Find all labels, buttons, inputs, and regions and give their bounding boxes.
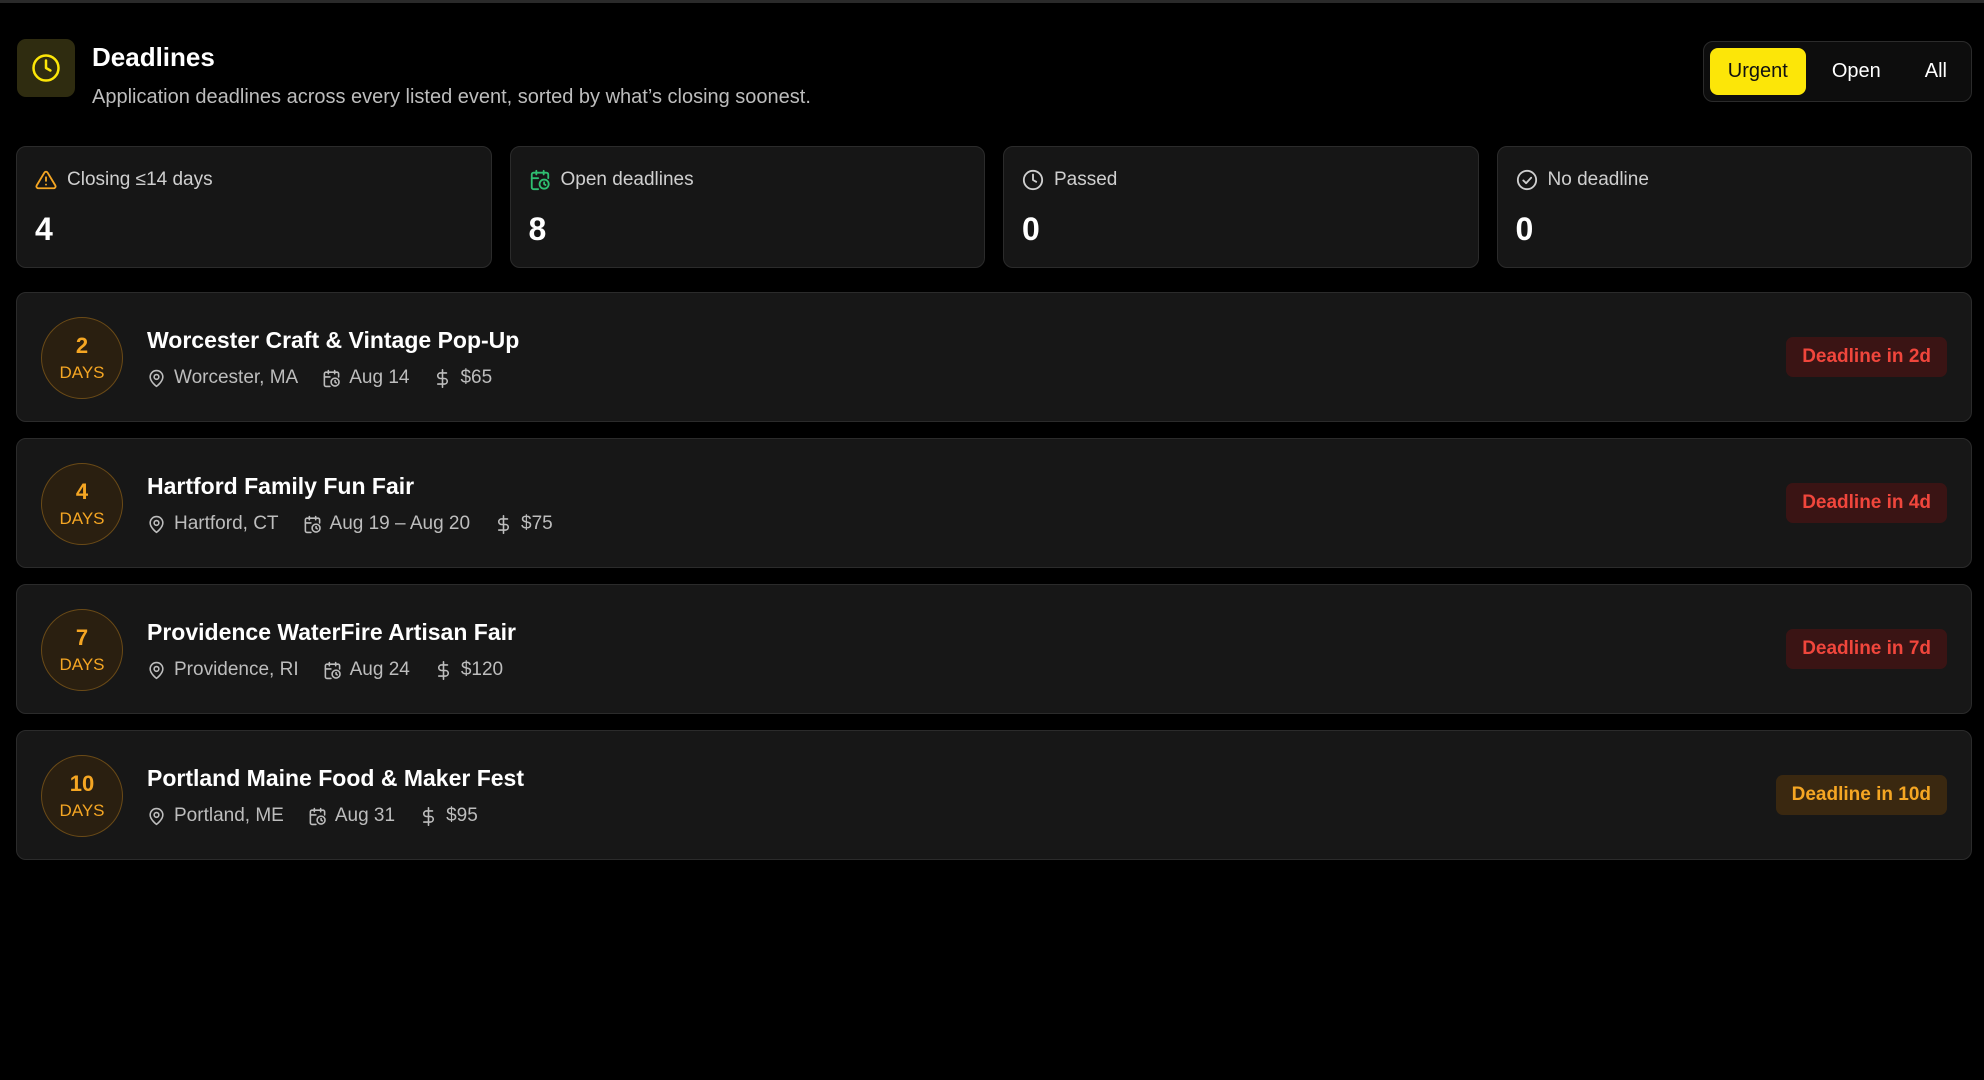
stat-value: 0 xyxy=(1022,211,1040,247)
days-unit: DAYS xyxy=(59,801,105,820)
calendar-clock-icon xyxy=(303,515,322,534)
stat-label: Passed xyxy=(1054,169,1118,190)
calendar-clock-icon xyxy=(308,807,327,826)
days-remaining-badge: 2 DAYS xyxy=(41,317,123,399)
event-meta: Worcester, MA Aug 14 $65 xyxy=(147,367,492,389)
calendar-clock-icon xyxy=(529,169,551,191)
days-unit: DAYS xyxy=(59,363,105,382)
stat-card-no-deadline: No deadline 0 xyxy=(1496,146,1972,268)
dollar-icon xyxy=(419,806,438,826)
event-dates: Aug 14 xyxy=(349,367,410,388)
event-fee: $75 xyxy=(521,513,553,534)
stat-card-closing: Closing ≤14 days 4 xyxy=(16,146,492,268)
warning-icon xyxy=(35,169,57,191)
page-title: Deadlines xyxy=(92,42,215,72)
dollar-icon xyxy=(433,368,452,388)
dollar-icon xyxy=(494,514,513,534)
stat-card-passed: Passed 0 xyxy=(1003,146,1479,268)
days-number: 4 xyxy=(75,479,89,504)
deadline-badge: Deadline in 10d xyxy=(1775,775,1947,815)
map-pin-icon xyxy=(147,661,166,680)
event-fee: $95 xyxy=(446,805,478,826)
event-dates: Aug 24 xyxy=(349,659,410,680)
deadline-badge: Deadline in 4d xyxy=(1786,483,1947,523)
clock-icon xyxy=(1022,169,1044,191)
page-header: Deadlines Application deadlines across e… xyxy=(16,38,1972,110)
event-fee: $120 xyxy=(460,659,504,680)
stat-card-open: Open deadlines 8 xyxy=(509,146,985,268)
filter-all-button[interactable]: All xyxy=(1907,48,1965,95)
stat-label: Closing ≤14 days xyxy=(67,169,213,190)
event-meta: Providence, RI Aug 24 $120 xyxy=(147,659,503,681)
dollar-icon xyxy=(434,660,453,680)
map-pin-icon xyxy=(147,515,166,534)
days-unit: DAYS xyxy=(59,509,105,528)
event-meta: Hartford, CT Aug 19 – Aug 20 $75 xyxy=(147,513,553,535)
calendar-clock-icon xyxy=(322,369,341,388)
filter-open-button[interactable]: Open xyxy=(1814,48,1899,95)
days-remaining-badge: 4 DAYS xyxy=(41,463,123,545)
stat-value: 8 xyxy=(528,211,547,247)
clock-icon xyxy=(17,39,75,97)
deadline-badge: Deadline in 2d xyxy=(1786,337,1947,377)
filter-urgent-button[interactable]: Urgent xyxy=(1709,48,1806,95)
map-pin-icon xyxy=(147,807,166,826)
event-row[interactable]: 7 DAYS Providence WaterFire Artisan Fair… xyxy=(16,584,1972,714)
event-fee: $65 xyxy=(460,367,493,388)
event-title[interactable]: Hartford Family Fun Fair xyxy=(147,473,414,500)
days-number: 7 xyxy=(75,625,89,650)
event-dates: Aug 19 – Aug 20 xyxy=(329,513,471,534)
stat-value: 4 xyxy=(35,211,53,247)
check-circle-icon xyxy=(1516,169,1538,191)
event-location: Worcester, MA xyxy=(174,367,299,388)
page-subtitle: Application deadlines across every liste… xyxy=(92,86,811,108)
event-title[interactable]: Portland Maine Food & Maker Fest xyxy=(147,765,524,792)
event-title[interactable]: Providence WaterFire Artisan Fair xyxy=(147,619,516,646)
event-dates: Aug 31 xyxy=(334,805,396,826)
event-meta: Portland, ME Aug 31 $95 xyxy=(147,805,478,827)
filter-segmented-control: Urgent Open All xyxy=(1702,41,1972,102)
stats-row: Closing ≤14 days 4 Open deadlines 8 Pass… xyxy=(16,146,1972,268)
event-title[interactable]: Worcester Craft & Vintage Pop-Up xyxy=(147,327,519,354)
top-divider xyxy=(0,0,1984,3)
stat-label: Open deadlines xyxy=(560,169,694,190)
days-remaining-badge: 7 DAYS xyxy=(41,609,123,691)
deadlines-page: Deadlines Application deadlines across e… xyxy=(16,38,1972,860)
event-row[interactable]: 4 DAYS Hartford Family Fun Fair Hartford… xyxy=(16,438,1972,568)
stat-label: No deadline xyxy=(1547,169,1649,190)
event-row[interactable]: 10 DAYS Portland Maine Food & Maker Fest… xyxy=(16,730,1972,860)
calendar-clock-icon xyxy=(323,661,342,680)
map-pin-icon xyxy=(147,369,166,388)
days-remaining-badge: 10 DAYS xyxy=(41,755,123,837)
event-location: Providence, RI xyxy=(174,659,299,680)
days-number: 2 xyxy=(75,333,89,358)
stat-value: 0 xyxy=(1515,211,1534,247)
event-list: 2 DAYS Worcester Craft & Vintage Pop-Up … xyxy=(16,292,1972,876)
days-unit: DAYS xyxy=(59,655,105,674)
deadline-badge: Deadline in 7d xyxy=(1786,629,1947,669)
event-location: Portland, ME xyxy=(174,805,284,826)
days-number: 10 xyxy=(69,771,95,796)
event-location: Hartford, CT xyxy=(174,513,279,534)
event-row[interactable]: 2 DAYS Worcester Craft & Vintage Pop-Up … xyxy=(16,292,1972,422)
